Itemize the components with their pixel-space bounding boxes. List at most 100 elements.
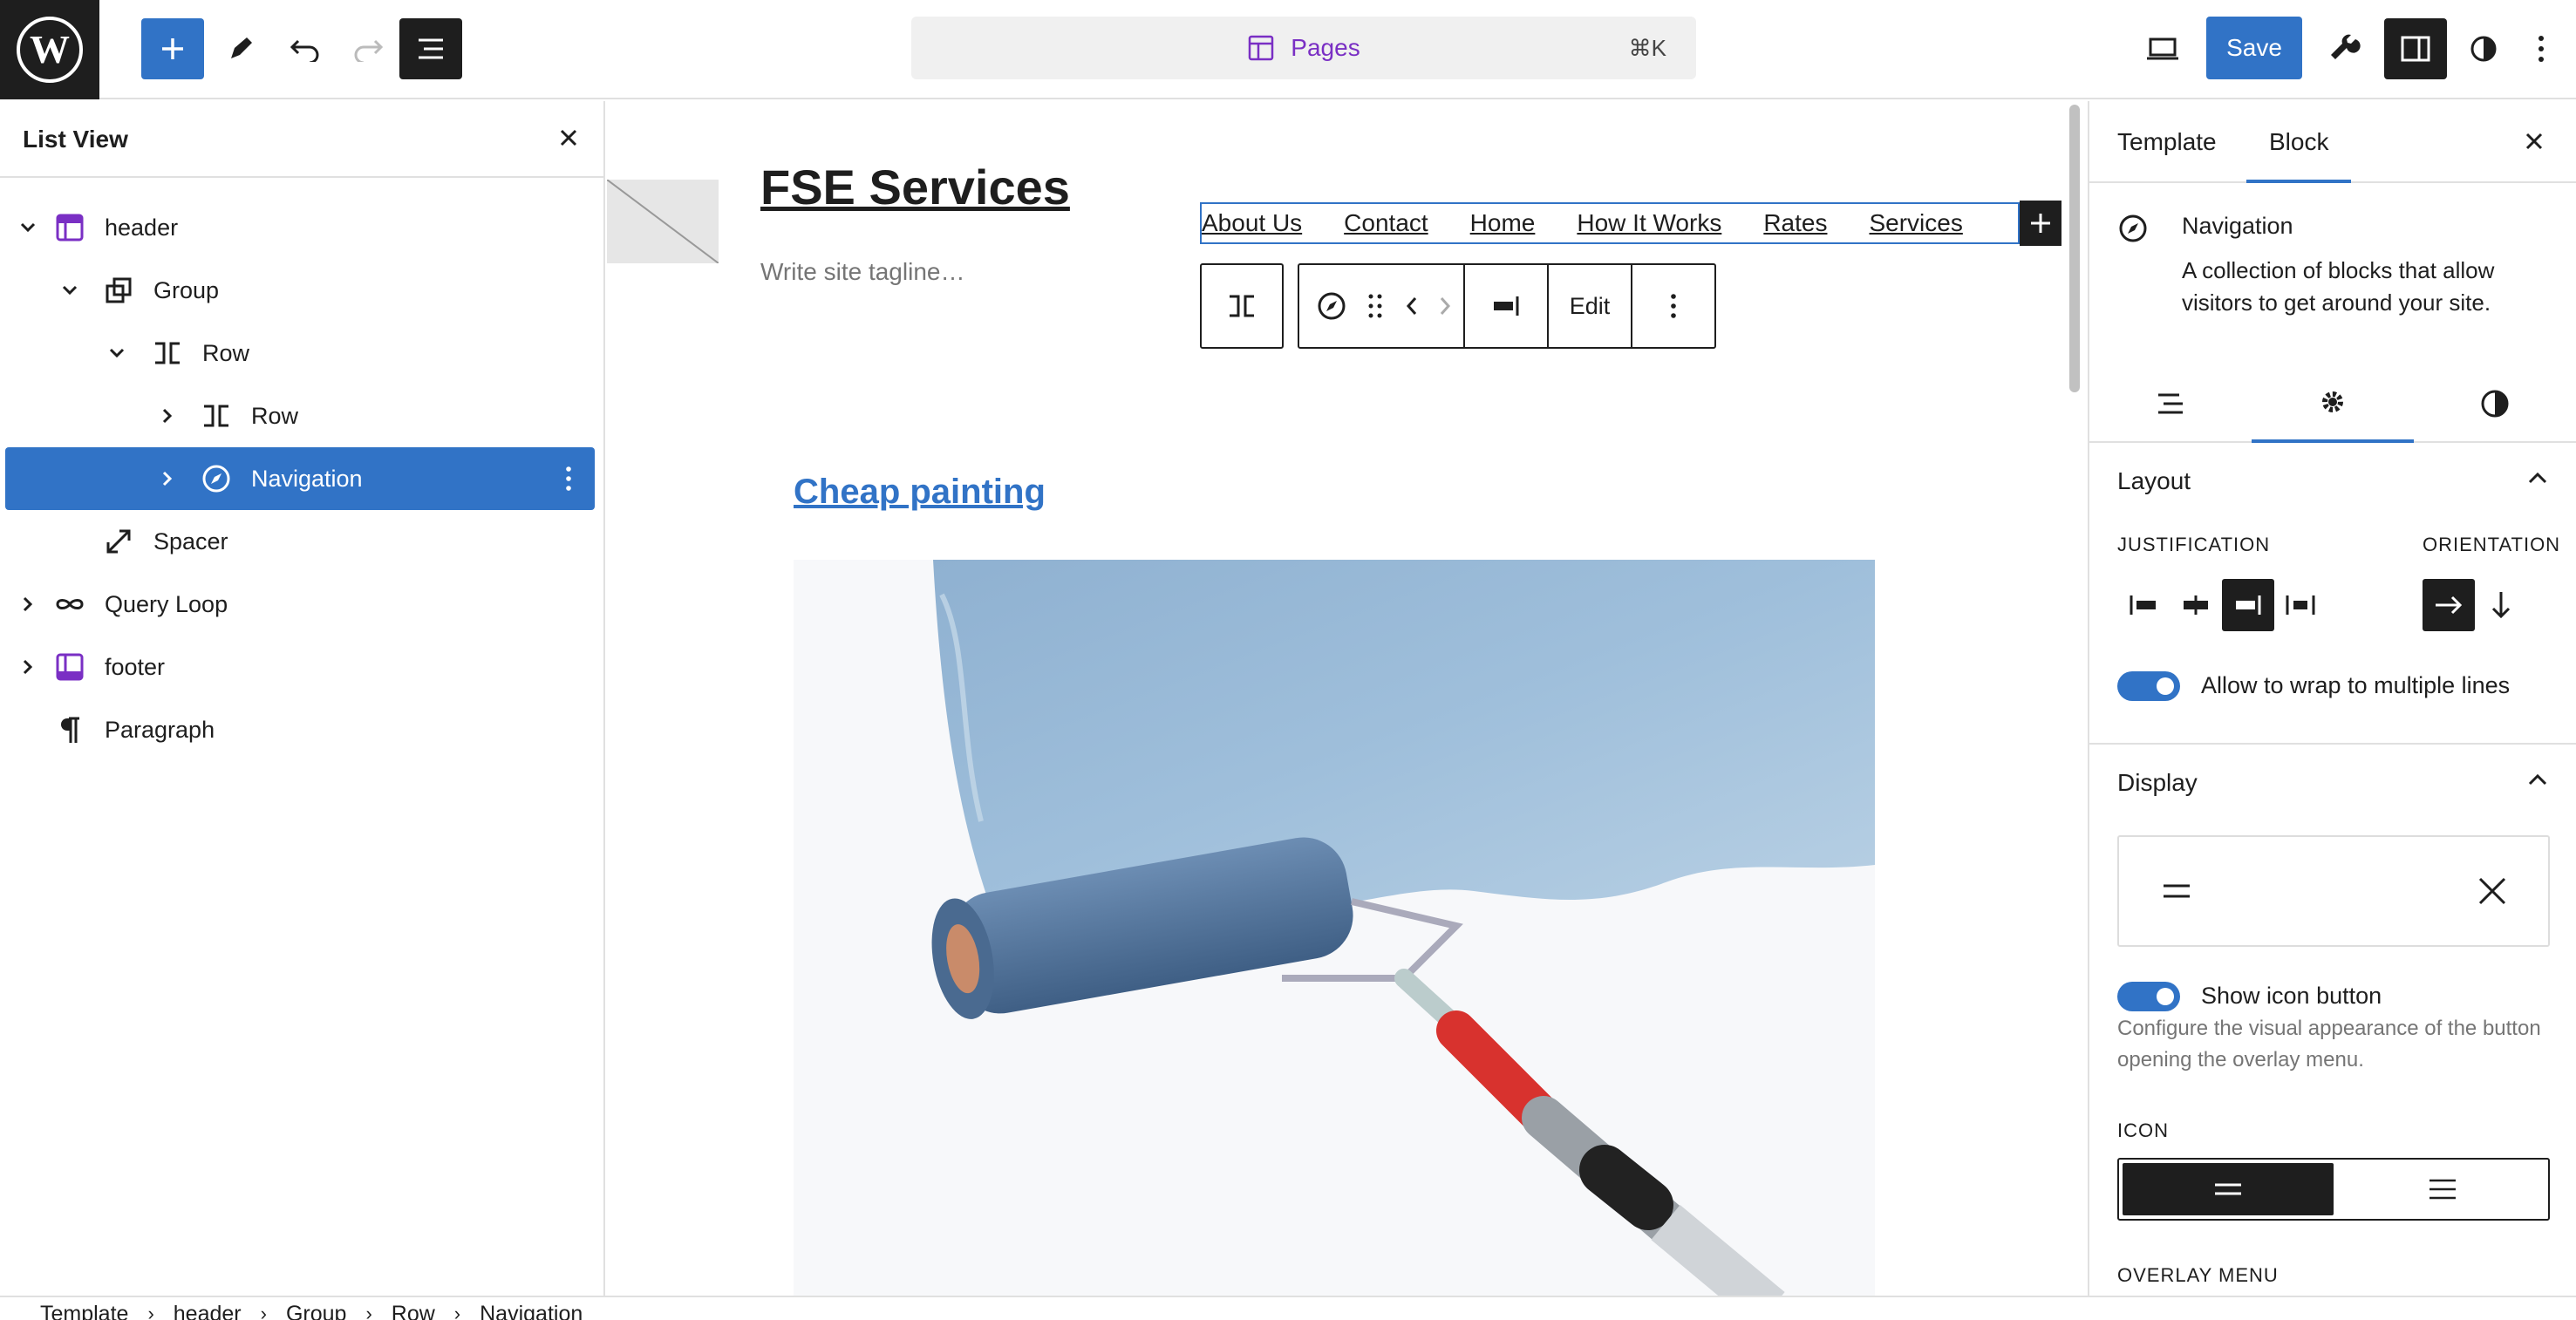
chevron-down-icon[interactable] (16, 215, 40, 240)
breadcrumb-item[interactable]: Group (286, 1297, 346, 1320)
close-list-view-button[interactable] (555, 124, 583, 152)
svg-text:W: W (30, 27, 70, 71)
select-parent-button[interactable] (1202, 265, 1282, 347)
orientation-horizontal-button[interactable] (2423, 579, 2475, 631)
row-icon (1230, 295, 1254, 317)
post-title-link[interactable]: Cheap painting (794, 473, 1046, 512)
list-item-navigation[interactable]: Navigation (5, 447, 595, 510)
block-options-button[interactable] (1631, 265, 1714, 347)
chevron-down-icon[interactable] (58, 278, 82, 303)
list-item-spacer[interactable]: Spacer (5, 510, 595, 573)
list-item-query-loop[interactable]: Query Loop (5, 573, 595, 636)
justify-space-between-button[interactable] (2274, 579, 2327, 631)
list-icon (2158, 393, 2183, 414)
chevron-up-icon[interactable] (2527, 772, 2548, 786)
orientation-label: ORIENTATION (2423, 534, 2561, 555)
justify-space-between-icon (2286, 595, 2315, 615)
nav-link[interactable]: Home (1470, 209, 1536, 237)
list-item-label: Row (202, 339, 250, 366)
justify-right-button[interactable] (2222, 579, 2274, 631)
chevron-right-icon[interactable] (155, 404, 180, 428)
list-view-toggle[interactable] (399, 18, 462, 79)
chevron-down-icon[interactable] (105, 341, 129, 365)
chevron-right-icon[interactable] (16, 592, 40, 616)
list-item-label: Navigation (251, 465, 363, 492)
settings-sidebar-toggle[interactable] (2384, 18, 2447, 79)
list-item-header[interactable]: header (5, 196, 595, 259)
navigation-icon (1318, 292, 1346, 320)
options-menu-button[interactable] (2524, 18, 2559, 79)
icon-option-two-lines[interactable] (2123, 1163, 2334, 1215)
nav-link[interactable]: Contact (1344, 209, 1428, 237)
justify-left-button[interactable] (2117, 579, 2170, 631)
featured-image[interactable] (794, 560, 1875, 1296)
redo-button[interactable] (337, 18, 399, 79)
tab-list-view[interactable] (2089, 364, 2252, 443)
justification-label: JUSTIFICATION (2117, 534, 2271, 555)
add-block-button[interactable] (141, 18, 204, 79)
breadcrumb-item[interactable]: header (174, 1297, 242, 1320)
display-section-heading[interactable]: Display (2117, 769, 2198, 797)
tab-styles[interactable] (2414, 364, 2576, 443)
wordpress-logo-button[interactable]: W (0, 0, 99, 99)
navigation-block[interactable]: About Us Contact Home How It Works Rates… (1200, 202, 2020, 244)
wrap-toggle[interactable] (2117, 671, 2180, 701)
list-item-row[interactable]: Row (5, 322, 595, 384)
site-logo-placeholder[interactable] (607, 180, 719, 263)
more-vertical-icon (2539, 36, 2544, 62)
list-item-footer[interactable]: footer (5, 636, 595, 698)
row-icon (150, 336, 185, 371)
edit-button[interactable]: Edit (1547, 265, 1631, 347)
chevron-up-icon[interactable] (2527, 471, 2548, 485)
nav-link[interactable]: Services (1869, 209, 1962, 237)
tab-block[interactable]: Block (2246, 101, 2352, 183)
move-left-button[interactable] (1397, 265, 1427, 347)
orientation-vertical-button[interactable] (2475, 579, 2527, 631)
chevron-right-icon: › (260, 1303, 267, 1320)
wordpress-icon: W (17, 17, 83, 83)
block-type-button[interactable] (1310, 265, 1353, 347)
list-item-label: Paragraph (105, 716, 215, 743)
breadcrumb-item[interactable]: Template (40, 1297, 128, 1320)
more-vertical-icon[interactable] (551, 461, 586, 496)
list-item-label: Query Loop (105, 590, 228, 617)
styles-button[interactable] (2452, 18, 2515, 79)
show-icon-toggle-label: Show icon button (2201, 983, 2382, 1009)
paragraph-icon (52, 712, 87, 747)
undo-button[interactable] (274, 18, 337, 79)
nav-link[interactable]: Rates (1763, 209, 1827, 237)
show-icon-toggle[interactable] (2117, 982, 2180, 1011)
drag-handle[interactable] (1353, 265, 1397, 347)
nav-link[interactable]: How It Works (1577, 209, 1721, 237)
add-nav-item-button[interactable] (2020, 201, 2061, 246)
tab-settings[interactable] (2252, 364, 2414, 443)
list-view-icon (419, 38, 443, 59)
command-palette-button[interactable]: Pages ⌘K (911, 17, 1696, 79)
breadcrumb-item[interactable]: Row (392, 1297, 435, 1320)
redo-icon (354, 39, 384, 62)
canvas-scrollbar[interactable] (2069, 105, 2080, 392)
justify-center-button[interactable] (2170, 579, 2222, 631)
save-button[interactable]: Save (2206, 17, 2302, 79)
chevron-right-icon[interactable] (16, 655, 40, 679)
chevron-right-icon: › (365, 1303, 372, 1320)
chevron-left-icon (1406, 297, 1417, 315)
list-item-paragraph[interactable]: Paragraph (5, 698, 595, 761)
preview-device-button[interactable] (2131, 18, 2194, 79)
justification-button[interactable] (1463, 265, 1547, 347)
editor-canvas[interactable]: FSE Services Write site tagline… About U… (607, 101, 2063, 1296)
move-right-button[interactable] (1427, 265, 1463, 347)
site-tagline[interactable]: Write site tagline… (760, 258, 964, 286)
tab-template[interactable]: Template (2117, 101, 2217, 183)
layout-section-heading[interactable]: Layout (2117, 467, 2191, 495)
list-view-panel: List View header Group Row Row Navigatio… (0, 101, 605, 1296)
nav-link[interactable]: About Us (1202, 209, 1302, 237)
tools-settings-button[interactable] (2314, 18, 2377, 79)
site-title[interactable]: FSE Services (760, 159, 1070, 215)
close-settings-button[interactable] (2520, 127, 2548, 155)
icon-option-three-lines[interactable] (2337, 1160, 2548, 1219)
tools-button[interactable] (209, 18, 272, 79)
chevron-right-icon[interactable] (155, 466, 180, 491)
list-item-group[interactable]: Group (5, 259, 595, 322)
list-item-row[interactable]: Row (5, 384, 595, 447)
